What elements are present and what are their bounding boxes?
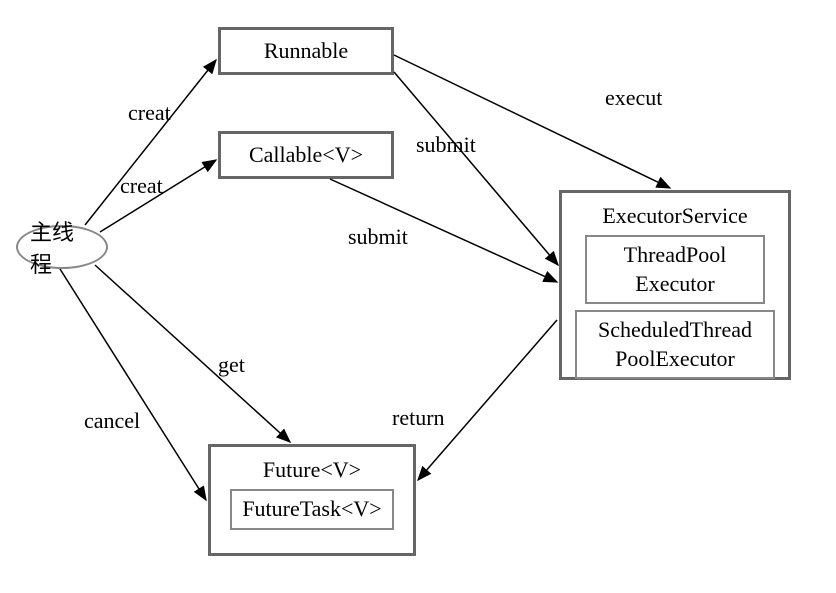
callable-label: Callable<V> [249,142,363,168]
future-task-label: FutureTask<V> [242,496,381,521]
edge-creat1 [85,60,216,225]
edge-return-label: return [392,405,445,431]
callable-node: Callable<V> [218,131,394,179]
runnable-label: Runnable [264,38,348,64]
threadpool-executor-node: ThreadPoolExecutor [585,235,765,304]
scheduled-threadpool-node: ScheduledThreadPoolExecutor [575,310,775,379]
edge-cancel [60,269,206,500]
main-thread-label: 主线程 [30,215,94,279]
edge-submit2-label: submit [348,224,408,250]
executor-service-label: ExecutorService [602,203,747,229]
edge-submit-runnable [394,72,558,265]
future-node: Future<V> FutureTask<V> [208,444,416,556]
edge-creat1-label: creat [128,100,171,126]
edge-execut-label: execut [605,85,662,111]
edge-submit1-label: submit [416,132,476,158]
future-task-node: FutureTask<V> [230,489,393,530]
scheduled-threadpool-label: ScheduledThreadPoolExecutor [598,317,752,371]
edge-execut [394,55,670,188]
future-label: Future<V> [263,457,361,483]
threadpool-executor-label: ThreadPoolExecutor [624,242,727,296]
runnable-node: Runnable [218,27,394,75]
edge-creat2-label: creat [120,173,163,199]
executor-service-node: ExecutorService ThreadPoolExecutor Sched… [559,190,791,380]
edge-return [418,320,557,480]
edge-get-label: get [218,352,245,378]
main-thread-node: 主线程 [16,225,108,269]
edge-cancel-label: cancel [84,408,140,434]
